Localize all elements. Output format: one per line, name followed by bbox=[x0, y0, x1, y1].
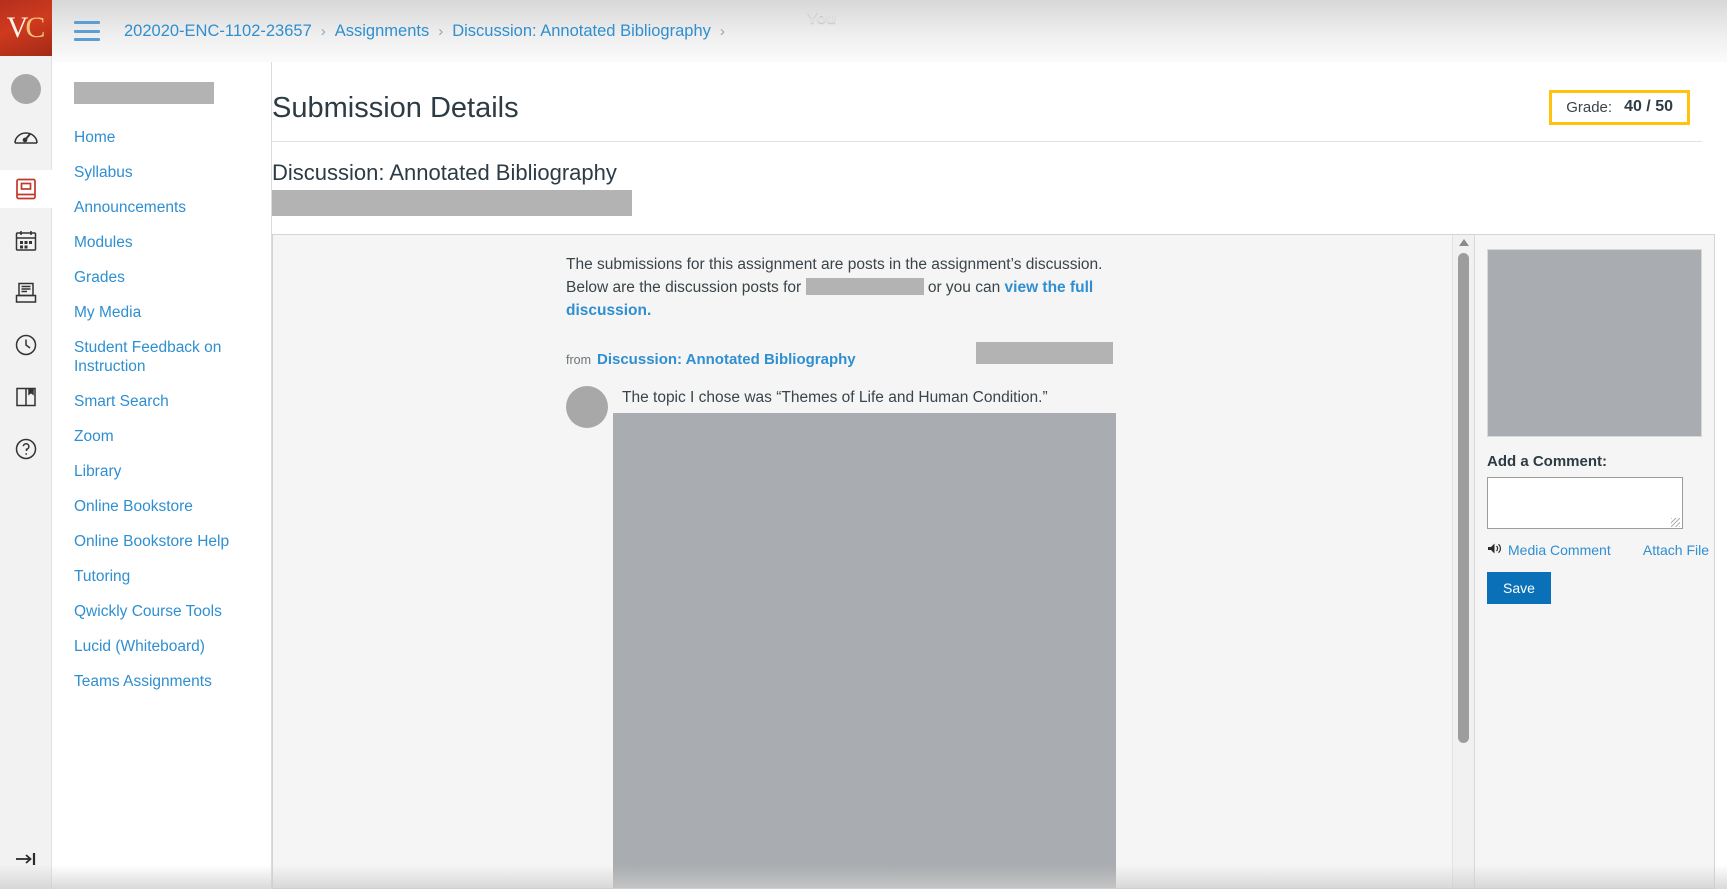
top-breadcrumb-bar: 202020-ENC-1102-23657 › Assignments › Di… bbox=[52, 0, 1727, 62]
sidebar-item-announcements[interactable]: Announcements bbox=[74, 190, 254, 225]
sidebar-item-smart-search[interactable]: Smart Search bbox=[74, 384, 254, 419]
post-meta-redacted bbox=[975, 342, 1113, 364]
course-name-redacted bbox=[74, 82, 214, 104]
inbox-icon bbox=[14, 281, 38, 305]
resize-grip-icon[interactable] bbox=[1671, 518, 1680, 527]
submission-scrollbar[interactable] bbox=[1452, 235, 1474, 888]
history-icon bbox=[14, 333, 38, 357]
submission-content: The submissions for this assignment are … bbox=[566, 253, 1126, 432]
submission-details-page: VC 202020-ENC-1102-23657 › Assignments ›… bbox=[0, 0, 1727, 889]
scroll-up-arrow-icon[interactable] bbox=[1459, 239, 1470, 246]
save-button[interactable]: Save bbox=[1487, 572, 1551, 604]
hamburger-line bbox=[74, 29, 100, 33]
submission-intro: The submissions for this assignment are … bbox=[566, 253, 1126, 322]
bookmarks-icon bbox=[14, 385, 38, 409]
discussion-topic-link[interactable]: Discussion: Annotated Bibliography bbox=[597, 351, 856, 368]
account-avatar[interactable] bbox=[10, 74, 41, 104]
you-watermark: You bbox=[807, 10, 837, 27]
breadcrumb-separator-icon: › bbox=[320, 22, 326, 40]
sidebar-item-courses[interactable] bbox=[0, 170, 52, 208]
vc-logo[interactable]: VC bbox=[0, 0, 52, 56]
discussion-from-line: from Discussion: Annotated Bibliography bbox=[566, 342, 1126, 368]
assignment-title: Discussion: Annotated Bibliography bbox=[272, 160, 617, 185]
sidebar-item-online-bookstore-help[interactable]: Online Bookstore Help bbox=[74, 524, 254, 559]
sidebar-item-modules[interactable]: Modules bbox=[74, 225, 254, 260]
dashboard-icon bbox=[13, 126, 39, 148]
sidebar-item-bookmarks[interactable] bbox=[0, 378, 52, 416]
sidebar-item-home[interactable]: Home bbox=[74, 120, 254, 155]
comment-actions: Media Comment Attach File bbox=[1487, 542, 1709, 558]
student-name-redacted bbox=[805, 278, 924, 295]
sidebar-item-qwickly-course-tools[interactable]: Qwickly Course Tools bbox=[74, 594, 254, 629]
sidebar-item-grades[interactable]: Grades bbox=[74, 260, 254, 295]
course-navigation: Home Syllabus Announcements Modules Grad… bbox=[52, 62, 272, 889]
breadcrumb-item-assignments[interactable]: Assignments bbox=[335, 22, 429, 41]
breadcrumb-separator-icon: › bbox=[438, 22, 444, 40]
courses-icon bbox=[14, 177, 38, 201]
sidebar-item-my-media[interactable]: My Media bbox=[74, 295, 254, 330]
sidebar-item-zoom[interactable]: Zoom bbox=[74, 419, 254, 454]
speaker-icon bbox=[1487, 542, 1502, 558]
sidebar-item-teams-assignments[interactable]: Teams Assignments bbox=[74, 664, 254, 699]
submission-panel: The submissions for this assignment are … bbox=[272, 234, 1715, 889]
arrow-to-bar-icon bbox=[13, 849, 39, 874]
submission-body-pane: The submissions for this assignment are … bbox=[273, 235, 1453, 888]
sidebar-item-inbox[interactable] bbox=[0, 274, 52, 312]
submission-intro-part2: or you can bbox=[923, 279, 1005, 296]
hamburger-line bbox=[74, 38, 100, 41]
global-nav-rail: VC bbox=[0, 0, 52, 889]
media-comment-label: Media Comment bbox=[1508, 542, 1611, 558]
grade-value: 40 / 50 bbox=[1624, 98, 1673, 115]
sidebar-item-dashboard[interactable] bbox=[0, 118, 52, 156]
existing-comments-redacted bbox=[1487, 249, 1702, 437]
sidebar-item-history[interactable] bbox=[0, 326, 52, 364]
comments-sidebar: Add a Comment: Media Comment Attach File… bbox=[1474, 235, 1714, 888]
sidebar-item-library[interactable]: Library bbox=[74, 454, 254, 489]
grade-label: Grade: bbox=[1566, 98, 1613, 116]
comment-input[interactable] bbox=[1487, 477, 1683, 529]
scrollbar-thumb[interactable] bbox=[1458, 253, 1470, 743]
media-comment-button[interactable]: Media Comment bbox=[1487, 542, 1611, 558]
assignment-meta-redacted bbox=[272, 190, 632, 216]
add-comment-label: Add a Comment: bbox=[1487, 453, 1607, 470]
from-label: from bbox=[566, 353, 591, 367]
sidebar-item-tutoring[interactable]: Tutoring bbox=[74, 559, 254, 594]
logo-letter-c: C bbox=[25, 11, 45, 44]
sidebar-item-student-feedback[interactable]: Student Feedback on Instruction bbox=[74, 330, 254, 384]
expand-navigation-button[interactable] bbox=[0, 843, 52, 879]
avatar bbox=[566, 386, 608, 428]
main-content: Submission Details Grade: 40 / 50 Discus… bbox=[272, 62, 1727, 889]
breadcrumb-separator-icon: › bbox=[719, 22, 725, 40]
grade-badge: Grade: 40 / 50 bbox=[1549, 90, 1690, 125]
submission-attachment-redacted bbox=[613, 413, 1116, 888]
page-title-text: Submission Details bbox=[272, 92, 519, 124]
attach-file-button[interactable]: Attach File bbox=[1643, 542, 1709, 558]
sidebar-item-calendar[interactable] bbox=[0, 222, 52, 260]
logo-letter-v: V bbox=[6, 11, 29, 44]
sidebar-item-online-bookstore[interactable]: Online Bookstore bbox=[74, 489, 254, 524]
sidebar-item-syllabus[interactable]: Syllabus bbox=[74, 155, 254, 190]
hamburger-line bbox=[74, 21, 100, 24]
menu-toggle-button[interactable] bbox=[74, 21, 100, 41]
sidebar-item-lucid-whiteboard[interactable]: Lucid (Whiteboard) bbox=[74, 629, 254, 664]
calendar-icon bbox=[14, 229, 38, 253]
page-title: Submission Details Grade: 40 / 50 bbox=[272, 84, 1702, 142]
breadcrumb-item-course[interactable]: 202020-ENC-1102-23657 bbox=[124, 22, 312, 41]
sidebar-item-help[interactable] bbox=[0, 430, 52, 468]
breadcrumb-item-assignment[interactable]: Discussion: Annotated Bibliography bbox=[452, 22, 711, 41]
breadcrumb: 202020-ENC-1102-23657 › Assignments › Di… bbox=[124, 22, 734, 41]
help-icon bbox=[14, 437, 38, 461]
